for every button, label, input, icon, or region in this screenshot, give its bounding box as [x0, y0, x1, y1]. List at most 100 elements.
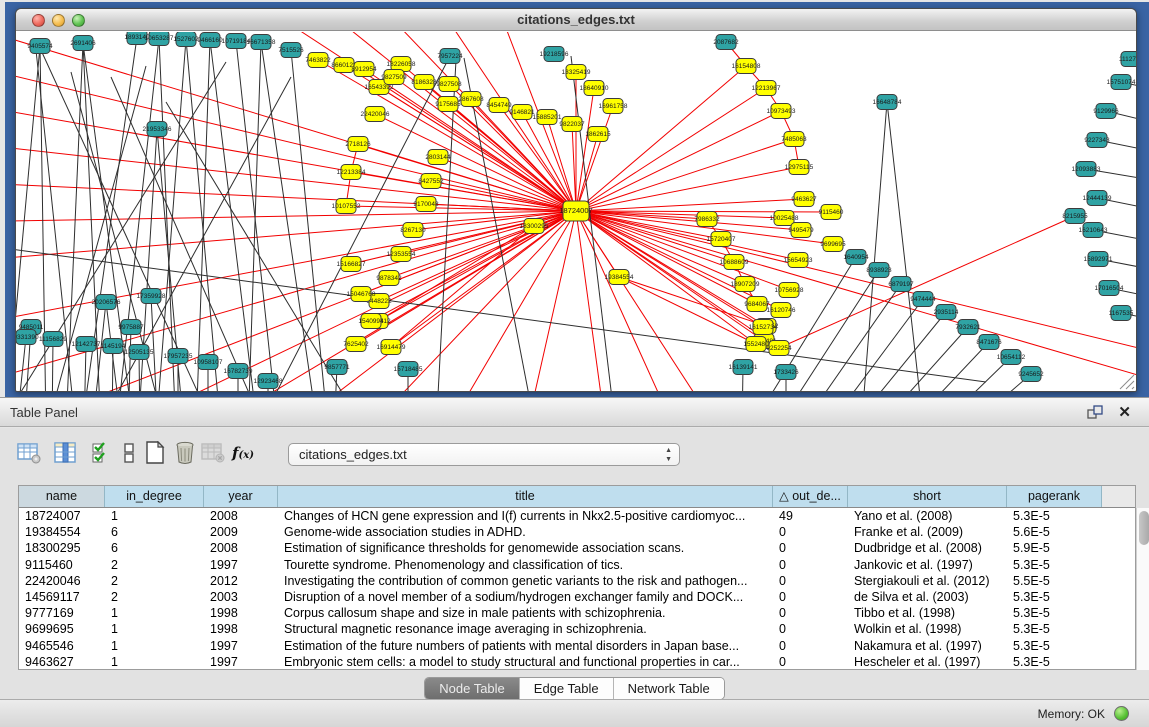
table-cell[interactable]: 0 [773, 557, 848, 573]
table-cell[interactable]: Stergiakouli et al. (2012) [848, 573, 1007, 589]
table-cell[interactable]: 0 [773, 573, 848, 589]
tab-edge-table[interactable]: Edge Table [520, 678, 614, 699]
table-cell[interactable]: 9699695 [19, 621, 105, 637]
tab-network-table[interactable]: Network Table [614, 678, 724, 699]
table-cell[interactable]: Estimation of the future numbers of pati… [278, 638, 773, 654]
table-cell[interactable]: Yano et al. (2008) [848, 508, 1007, 524]
table-row[interactable]: 1456911722003Disruption of a novel membe… [19, 589, 1135, 605]
table-cell[interactable]: 5.3E-5 [1007, 557, 1102, 573]
table-cell[interactable]: 0 [773, 638, 848, 654]
table-cell[interactable]: 5.9E-5 [1007, 540, 1102, 556]
table-cell[interactable]: 18300295 [19, 540, 105, 556]
table-cell[interactable]: 0 [773, 524, 848, 540]
resize-grip[interactable] [1120, 375, 1134, 389]
table-cell[interactable]: Franke et al. (2009) [848, 524, 1007, 540]
table-cell[interactable]: Jankovic et al. (1997) [848, 557, 1007, 573]
table-cell[interactable]: 5.3E-5 [1007, 508, 1102, 524]
table-cell[interactable]: 1 [105, 508, 204, 524]
table-cell[interactable]: Hescheler et al. (1997) [848, 654, 1007, 670]
function-builder-button[interactable]: f(x) [230, 440, 256, 466]
table-cell[interactable]: 2 [105, 573, 204, 589]
column-header-in_degree[interactable]: in_degree [105, 486, 204, 507]
table-cell[interactable]: 2 [105, 557, 204, 573]
table-cell[interactable]: 5.3E-5 [1007, 621, 1102, 637]
table-cell[interactable]: 6 [105, 524, 204, 540]
table-cell[interactable]: 0 [773, 540, 848, 556]
table-cell[interactable]: 2012 [204, 573, 278, 589]
table-cell[interactable]: 2008 [204, 540, 278, 556]
table-row[interactable]: 946554611997Estimation of the future num… [19, 638, 1135, 654]
table-cell[interactable]: 19384554 [19, 524, 105, 540]
column-header-out_de[interactable]: △ out_de... [773, 486, 848, 507]
table-cell[interactable]: 5.3E-5 [1007, 589, 1102, 605]
table-mode-button[interactable] [16, 440, 42, 466]
table-cell[interactable]: 1997 [204, 654, 278, 670]
network-window-titlebar[interactable]: citations_edges.txt [16, 9, 1136, 31]
new-table-button[interactable] [142, 440, 168, 466]
table-cell[interactable]: Investigating the contribution of common… [278, 573, 773, 589]
table-cell[interactable]: 22420046 [19, 573, 105, 589]
column-header-short[interactable]: short [848, 486, 1007, 507]
table-row[interactable]: 1830029562008Estimation of significance … [19, 540, 1135, 556]
show-column-button[interactable] [52, 440, 78, 466]
table-cell[interactable]: 1998 [204, 605, 278, 621]
table-cell[interactable]: 1 [105, 654, 204, 670]
table-cell[interactable]: Corpus callosum shape and size in male p… [278, 605, 773, 621]
table-cell[interactable]: Estimation of significance thresholds fo… [278, 540, 773, 556]
table-cell[interactable]: 9463627 [19, 654, 105, 670]
table-cell[interactable]: 2 [105, 589, 204, 605]
column-header-title[interactable]: title [278, 486, 773, 507]
close-panel-icon[interactable]: ✕ [1118, 403, 1131, 421]
table-row[interactable]: 911546021997Tourette syndrome. Phenomeno… [19, 557, 1135, 573]
network-graph-canvas[interactable]: 1872400794055742691406189314010653287152… [16, 32, 1136, 392]
table-row[interactable]: 1872400712008Changes of HCN gene express… [19, 508, 1135, 524]
table-cell[interactable]: Disruption of a novel member of a sodium… [278, 589, 773, 605]
column-header-name[interactable]: name [19, 486, 105, 507]
table-cell[interactable]: Tibbo et al. (1998) [848, 605, 1007, 621]
scrollbar-thumb[interactable] [1139, 511, 1149, 545]
table-cell[interactable]: 5.3E-5 [1007, 654, 1102, 670]
table-cell[interactable]: 14569117 [19, 589, 105, 605]
table-cell[interactable]: 2008 [204, 508, 278, 524]
table-cell[interactable]: 1 [105, 605, 204, 621]
table-cell[interactable]: 9115460 [19, 557, 105, 573]
table-cell[interactable]: Structural magnetic resonance image aver… [278, 621, 773, 637]
table-cell[interactable]: 6 [105, 540, 204, 556]
table-row[interactable]: 977716911998Corpus callosum shape and si… [19, 605, 1135, 621]
table-row[interactable]: 969969511998Structural magnetic resonanc… [19, 621, 1135, 637]
table-selector-dropdown[interactable]: citations_edges.txt ▲▼ [288, 443, 680, 466]
table-cell[interactable]: Changes of HCN gene expression and I(f) … [278, 508, 773, 524]
table-cell[interactable]: 1997 [204, 638, 278, 654]
table-row[interactable]: 2242004622012Investigating the contribut… [19, 573, 1135, 589]
table-cell[interactable]: Genome-wide association studies in ADHD. [278, 524, 773, 540]
table-cell[interactable]: de Silva et al. (2003) [848, 589, 1007, 605]
table-cell[interactable]: 18724007 [19, 508, 105, 524]
table-cell[interactable]: Nakamura et al. (1997) [848, 638, 1007, 654]
table-cell[interactable]: Embryonic stem cells: a model to study s… [278, 654, 773, 670]
table-cell[interactable]: 5.6E-5 [1007, 524, 1102, 540]
float-window-icon[interactable] [1087, 405, 1103, 421]
table-cell[interactable]: 2009 [204, 524, 278, 540]
table-cell[interactable]: 1 [105, 638, 204, 654]
table-cell[interactable]: 49 [773, 508, 848, 524]
table-cell[interactable]: Wolkin et al. (1998) [848, 621, 1007, 637]
column-header-pagerank[interactable]: pagerank [1007, 486, 1102, 507]
delete-table-button[interactable] [172, 440, 198, 466]
table-cell[interactable]: 0 [773, 621, 848, 637]
table-cell[interactable]: 0 [773, 605, 848, 621]
row-height-button[interactable] [116, 440, 142, 466]
table-cell[interactable]: 0 [773, 654, 848, 670]
table-cell[interactable]: 5.3E-5 [1007, 638, 1102, 654]
table-cell[interactable]: 9777169 [19, 605, 105, 621]
table-vertical-scrollbar[interactable] [1136, 508, 1149, 670]
table-cell[interactable]: Dudbridge et al. (2008) [848, 540, 1007, 556]
table-cell[interactable]: 1998 [204, 621, 278, 637]
table-cell[interactable]: 5.3E-5 [1007, 605, 1102, 621]
table-row[interactable]: 1938455462009Genome-wide association stu… [19, 524, 1135, 540]
select-columns-button[interactable] [88, 440, 114, 466]
table-row[interactable]: 946362711997Embryonic stem cells: a mode… [19, 654, 1135, 670]
table-cell[interactable]: 1 [105, 621, 204, 637]
table-cell[interactable]: 1997 [204, 557, 278, 573]
table-cell[interactable]: 2003 [204, 589, 278, 605]
table-cell[interactable]: Tourette syndrome. Phenomenology and cla… [278, 557, 773, 573]
